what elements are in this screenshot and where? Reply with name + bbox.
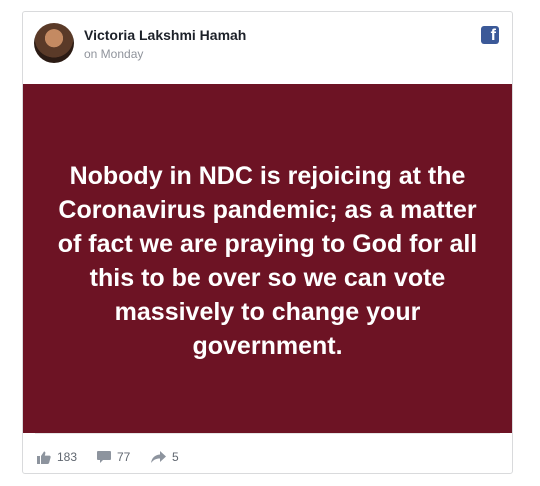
post-header: Victoria Lakshmi Hamah on Monday f (23, 12, 512, 84)
facebook-icon[interactable]: f (481, 26, 499, 44)
comment-count[interactable]: 77 (97, 450, 130, 464)
like-count-value: 183 (57, 450, 78, 464)
author-name[interactable]: Victoria Lakshmi Hamah (84, 27, 246, 43)
footer-divider (35, 433, 500, 434)
share-icon (151, 451, 166, 463)
post-footer: 183 77 5 (23, 433, 512, 475)
comment-icon (97, 450, 111, 463)
avatar[interactable] (34, 23, 74, 63)
post-image-text: Nobody in NDC is rejoicing at the Corona… (57, 161, 478, 360)
share-count-value: 5 (172, 450, 179, 464)
post-card: Victoria Lakshmi Hamah on Monday f Nobod… (22, 11, 513, 474)
post-image: Nobody in NDC is rejoicing at the Corona… (23, 84, 512, 433)
thumbs-up-icon (37, 451, 51, 464)
post-timestamp[interactable]: on Monday (84, 47, 143, 61)
share-count[interactable]: 5 (151, 450, 179, 464)
comment-count-value: 77 (117, 450, 131, 464)
like-count[interactable]: 183 (37, 450, 77, 464)
